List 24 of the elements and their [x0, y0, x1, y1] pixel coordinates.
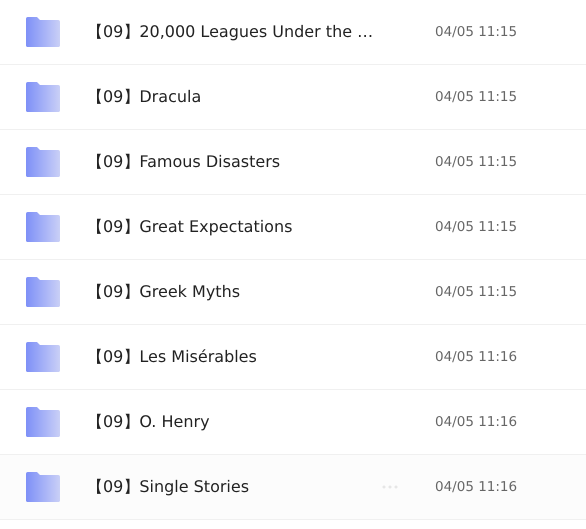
modified-time: 04/05 11:16: [435, 479, 518, 495]
folder-name: 【09】Dracula: [87, 86, 202, 108]
modified-time: 04/05 11:16: [435, 414, 518, 430]
folder-name: 【09】Single Stories: [87, 476, 250, 498]
modified-time: 04/05 11:15: [435, 24, 518, 40]
folder-icon: [25, 277, 61, 307]
folder-icon: [25, 82, 61, 112]
modified-time: 04/05 11:15: [435, 219, 518, 235]
folder-icon: [25, 407, 61, 437]
modified-time: 04/05 11:15: [435, 89, 518, 105]
modified-time: 04/05 11:15: [435, 154, 518, 170]
folder-icon: [25, 212, 61, 242]
folder-name: 【09】Famous Disasters: [87, 152, 282, 172]
folder-icon: [25, 17, 61, 47]
folder-icon: [25, 147, 61, 177]
folder-icon: [25, 342, 61, 372]
modified-time: 04/05 11:15: [435, 284, 518, 300]
folder-name: 【09】Great Expectations: [87, 216, 294, 238]
modified-time: 04/05 11:16: [435, 349, 518, 365]
folder-icon: [25, 472, 61, 502]
folder-name: 【09】Les Misérables: [87, 346, 258, 368]
folder-name: 【09】Greek Myths: [87, 282, 242, 302]
folder-name: 【09】O. Henry: [87, 412, 211, 432]
folder-name: 【09】20,000 Leagues Under the …: [87, 22, 369, 42]
